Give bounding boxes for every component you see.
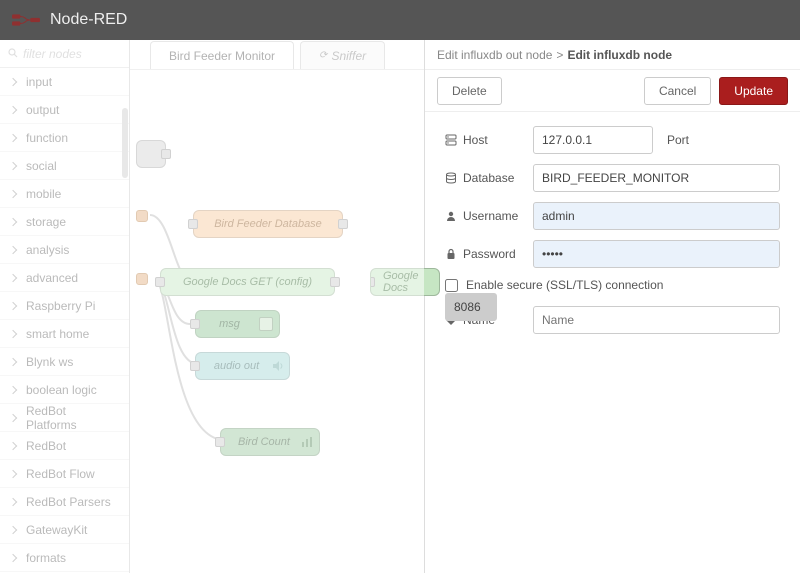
chevron-right-icon <box>9 273 17 281</box>
palette-categories: inputoutputfunctionsocialmobilestoragean… <box>0 68 129 573</box>
chevron-right-icon <box>9 133 17 141</box>
chevron-right-icon <box>9 413 17 421</box>
node-audio-out[interactable]: audio out <box>195 352 290 380</box>
palette-scrollbar[interactable] <box>122 108 128 178</box>
palette-category[interactable]: advanced <box>0 264 129 292</box>
database-input[interactable] <box>533 164 780 192</box>
chevron-right-icon <box>9 77 17 85</box>
filter-placeholder: filter nodes <box>23 47 82 61</box>
database-icon <box>445 172 457 184</box>
name-input[interactable] <box>533 306 780 334</box>
workspace-tabs: Bird Feeder Monitor ⟳Sniffer <box>130 40 424 70</box>
ssl-label: Enable secure (SSL/TLS) connection <box>466 278 663 292</box>
chevron-right-icon <box>9 385 17 393</box>
palette-category[interactable]: formats <box>0 544 129 572</box>
password-input[interactable] <box>533 240 780 268</box>
chart-icon <box>301 436 313 451</box>
palette-sidebar: filter nodes inputoutputfunctionsocialmo… <box>0 40 130 573</box>
username-input[interactable] <box>533 202 780 230</box>
lock-icon <box>445 248 457 260</box>
palette-category[interactable]: GatewayKit <box>0 516 129 544</box>
node-google-docs[interactable]: Google Docs <box>370 268 440 296</box>
palette-category[interactable]: Blynk ws <box>0 348 129 376</box>
chevron-right-icon <box>9 245 17 253</box>
node-bird-feeder-db[interactable]: Bird Feeder Database <box>193 210 343 238</box>
edit-breadcrumb: Edit influxdb out node > Edit influxdb n… <box>425 40 800 70</box>
chevron-right-icon <box>9 469 17 477</box>
workspace: Bird Feeder Monitor ⟳Sniffer Bird Feeder… <box>130 40 424 573</box>
palette-category[interactable]: RedBot Parsers <box>0 488 129 516</box>
port-label: Port <box>667 133 689 147</box>
update-button[interactable]: Update <box>719 77 788 105</box>
palette-category[interactable]: mobile <box>0 180 129 208</box>
chevron-right-icon <box>9 329 17 337</box>
host-input[interactable] <box>533 126 653 154</box>
palette-category[interactable]: RedBot <box>0 432 129 460</box>
debug-icon <box>259 317 273 331</box>
node-link-b[interactable] <box>136 273 148 285</box>
cancel-button[interactable]: Cancel <box>644 77 711 105</box>
chevron-right-icon <box>9 161 17 169</box>
nodered-logo-icon <box>12 12 40 28</box>
audio-icon <box>271 360 283 375</box>
node-link-a[interactable] <box>136 210 148 222</box>
app-title: Node-RED <box>50 11 127 29</box>
tab-bird-feeder[interactable]: Bird Feeder Monitor <box>150 41 294 69</box>
search-icon <box>8 47 18 61</box>
chevron-right-icon <box>9 217 17 225</box>
chevron-right-icon <box>9 105 17 113</box>
server-icon <box>445 134 457 146</box>
node-msg[interactable]: msg <box>195 310 280 338</box>
palette-category[interactable]: function <box>0 124 129 152</box>
chevron-right-icon <box>9 441 17 449</box>
edit-panel: Edit influxdb out node > Edit influxdb n… <box>424 40 800 573</box>
edit-form: Host Port Database Username Password Ena… <box>425 112 800 358</box>
node-bird-count[interactable]: Bird Count <box>220 428 320 456</box>
chevron-right-icon <box>9 497 17 505</box>
tab-sniffer[interactable]: ⟳Sniffer <box>300 41 385 69</box>
palette-category[interactable]: smart home <box>0 320 129 348</box>
sync-icon: ⟳ <box>319 50 327 61</box>
chevron-right-icon <box>9 189 17 197</box>
chevron-right-icon <box>9 357 17 365</box>
node-google-docs-get[interactable]: Google Docs GET (config) <box>160 268 335 296</box>
port-input[interactable] <box>445 293 497 321</box>
palette-category[interactable]: analysis <box>0 236 129 264</box>
chevron-right-icon <box>9 301 17 309</box>
palette-category[interactable]: RedBot Flow <box>0 460 129 488</box>
delete-button[interactable]: Delete <box>437 77 502 105</box>
palette-category[interactable]: storage <box>0 208 129 236</box>
palette-category[interactable]: social <box>0 152 129 180</box>
filter-nodes-input[interactable]: filter nodes <box>0 40 129 68</box>
palette-category[interactable]: boolean logic <box>0 376 129 404</box>
palette-category[interactable]: Raspberry Pi <box>0 292 129 320</box>
palette-category[interactable]: output <box>0 96 129 124</box>
flow-canvas[interactable]: Bird Feeder Database Google Docs GET (co… <box>130 70 424 573</box>
chevron-right-icon <box>9 553 17 561</box>
palette-category[interactable]: RedBot Platforms <box>0 404 129 432</box>
user-icon <box>445 210 457 222</box>
app-header: Node-RED <box>0 0 800 40</box>
chevron-right-icon <box>9 525 17 533</box>
ssl-checkbox[interactable] <box>445 279 458 292</box>
palette-category[interactable]: input <box>0 68 129 96</box>
node-inject[interactable] <box>136 140 166 168</box>
